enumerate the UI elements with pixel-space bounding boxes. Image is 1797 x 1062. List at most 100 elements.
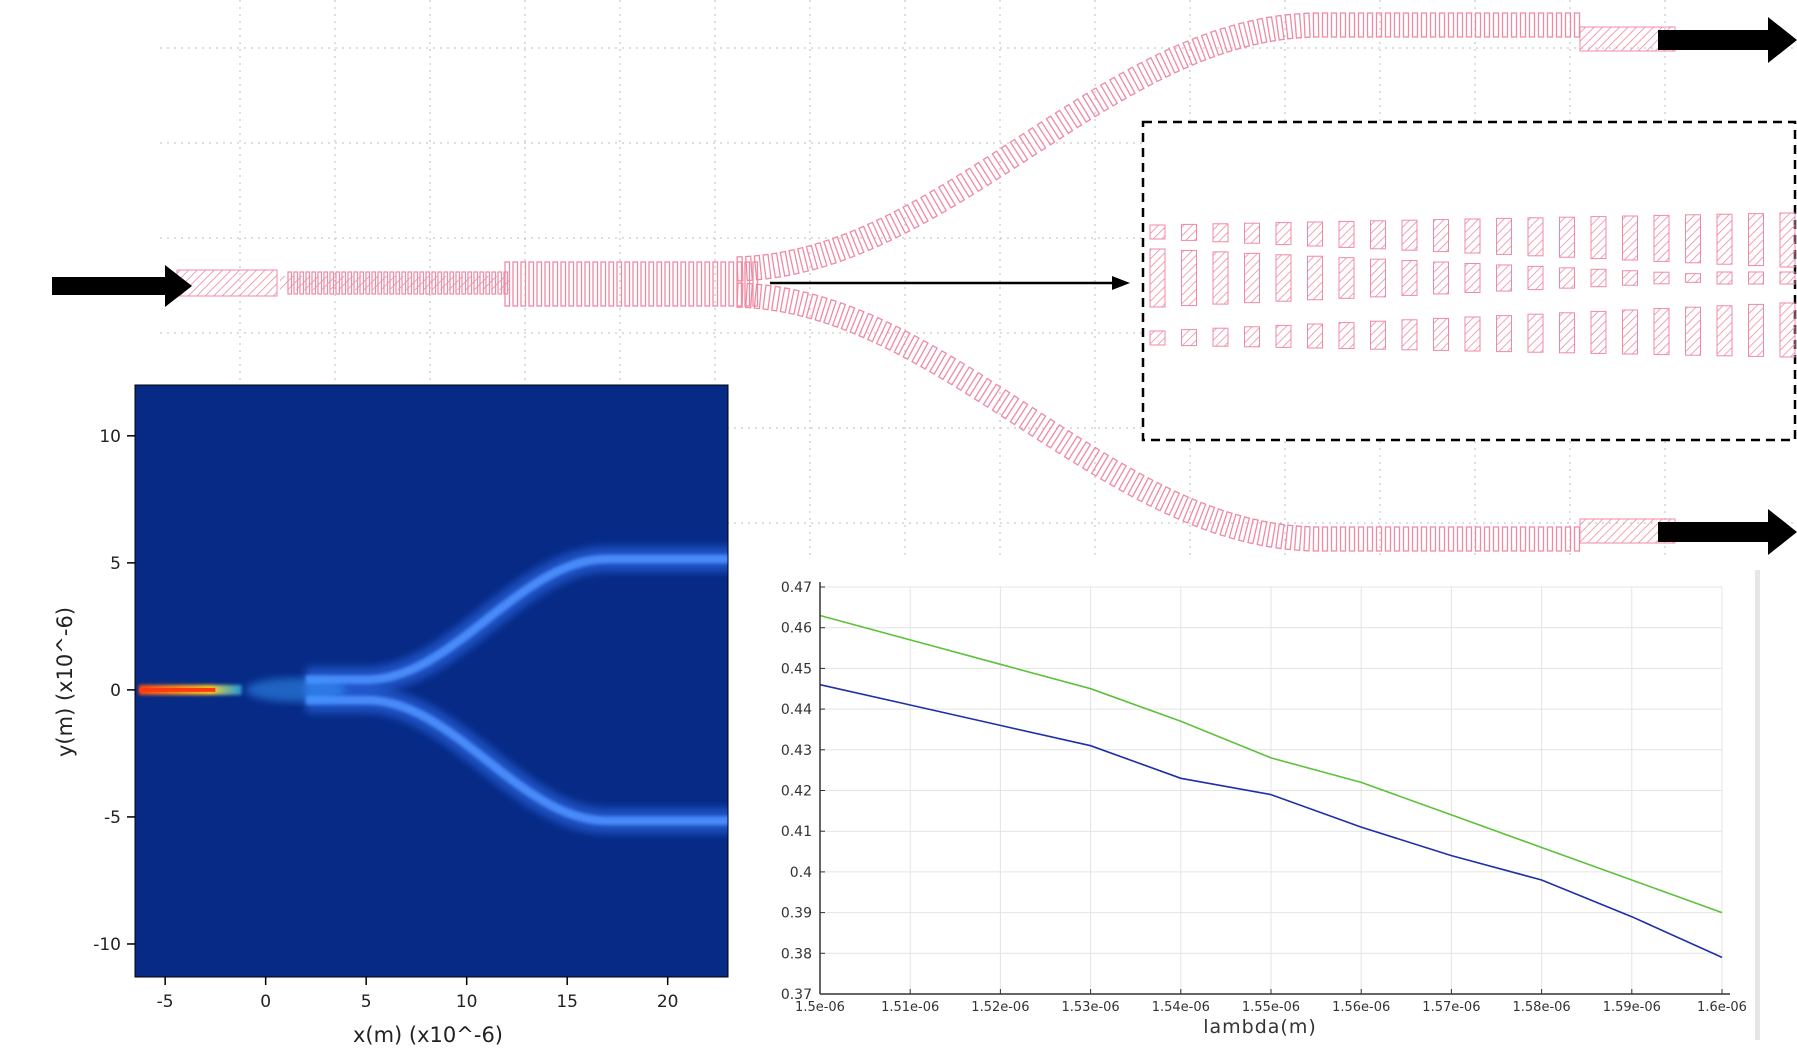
upper-branch-segment xyxy=(1375,12,1383,38)
upper-branch-segment xyxy=(1009,138,1029,164)
inset-segment-middle xyxy=(1275,254,1292,302)
inset-segment-top xyxy=(1590,216,1607,260)
lower-branch-segment xyxy=(982,383,1002,409)
upper-branch-segment xyxy=(1546,12,1554,38)
lower-branch-segment xyxy=(1492,526,1500,552)
upper-branch-segment xyxy=(937,183,957,209)
inset-segment-top xyxy=(1433,219,1449,253)
chart-x-tick-label: 1.53e-06 xyxy=(1062,1000,1120,1015)
upper-branch-segment xyxy=(964,167,984,193)
field-y-tick-label: -5 xyxy=(104,808,121,828)
upper-branch-segment xyxy=(1045,115,1065,140)
lower-branch-segment xyxy=(1090,451,1110,477)
trunk-segment xyxy=(600,261,607,307)
inset-segment-bottom xyxy=(1307,323,1323,349)
upper-branch-segment xyxy=(1090,87,1110,113)
upper-branch-segment xyxy=(1366,12,1374,38)
trunk-segment xyxy=(528,261,535,307)
lower-branch-segment xyxy=(1247,518,1259,545)
inset-segment-middle xyxy=(1653,271,1670,285)
inset-segment-bottom xyxy=(1779,302,1796,358)
chart-grid xyxy=(819,586,1723,995)
upper-branch-segment xyxy=(1564,12,1572,38)
lower-branch-segment xyxy=(1054,429,1074,455)
field-x-axis-label: x(m) (x10^-6) xyxy=(353,1023,503,1047)
inset-segment-bottom xyxy=(1464,316,1481,352)
trunk-segment xyxy=(648,261,655,307)
upper-branch-segment xyxy=(1163,48,1181,74)
lower-branch-segment xyxy=(770,285,782,312)
inset-segment-bottom xyxy=(1653,308,1670,356)
trunk-segment xyxy=(536,261,543,307)
chart-y-tick-label: 0.37 xyxy=(781,987,812,1003)
lower-branch-segment xyxy=(1528,526,1536,552)
upper-branch-segment xyxy=(973,161,993,187)
upper-branch-segment xyxy=(1154,52,1172,78)
upper-branch-segment xyxy=(1303,12,1311,39)
chart-y-tick-label: 0.38 xyxy=(781,946,812,962)
upper-branch-segment xyxy=(1339,12,1347,38)
upper-branch-segment xyxy=(928,188,948,215)
field-intensity-plot: -5 0 5 10 15 20 10 5 0 -5 -10 x(m) (x10^-6) y(m) (… xyxy=(53,384,729,1047)
upper-branch-segment xyxy=(1312,12,1320,38)
lower-branch-segment xyxy=(1375,526,1383,552)
trunk-segment xyxy=(616,261,623,307)
lower-branch-segment xyxy=(1118,467,1136,493)
trunk-segment xyxy=(608,261,615,307)
lower-branch-segment xyxy=(1339,526,1347,552)
inset-segment-top xyxy=(1527,217,1544,257)
upper-branch-segment xyxy=(1018,132,1038,158)
upper-branch-segment xyxy=(1054,109,1074,135)
lower-branch-segment xyxy=(1348,526,1356,552)
trunk-segment xyxy=(624,261,631,307)
lower-branch-segment xyxy=(928,349,948,376)
trunk-segment xyxy=(592,261,599,307)
lower-branch-segment xyxy=(920,344,938,370)
lower-branch-segment xyxy=(1402,526,1410,552)
trunk-segment xyxy=(544,261,551,307)
upper-branch-segment xyxy=(1063,103,1083,129)
inset-segment-bottom xyxy=(1590,310,1607,354)
lower-branch-segment xyxy=(1027,412,1047,438)
upper-branch-segment xyxy=(1573,12,1581,38)
lower-branch-segment xyxy=(1018,406,1038,432)
chart-x-tick-label: 1.59e-06 xyxy=(1603,1000,1661,1015)
lower-branch-segment xyxy=(1501,526,1509,552)
upper-branch-segment xyxy=(1393,12,1401,38)
upper-branch-segment xyxy=(1118,71,1136,97)
field-y-tick-label: -10 xyxy=(93,935,121,955)
output-arrow-bottom xyxy=(1658,509,1797,555)
field-y-tick-label: 5 xyxy=(110,554,121,574)
trunk-segment xyxy=(552,261,559,307)
upper-branch-segment xyxy=(1465,12,1473,38)
inset-segment-bottom xyxy=(1212,327,1229,347)
lower-branch-segment xyxy=(1357,526,1365,552)
lower-branch-segment xyxy=(1519,526,1527,552)
output-arrow-top xyxy=(1658,17,1797,63)
inset-segment-bottom xyxy=(1685,306,1701,356)
inset-segment-middle xyxy=(1212,251,1229,305)
upper-branch-segment xyxy=(955,172,975,198)
upper-branch-segment xyxy=(1247,19,1259,46)
lower-branch-segment xyxy=(875,320,893,347)
lower-branch-segment xyxy=(1163,490,1181,516)
lower-branch-segment xyxy=(991,389,1011,414)
upper-branch-segment xyxy=(902,203,920,230)
upper-branch-segment xyxy=(770,252,782,279)
upper-branch-segment xyxy=(1265,16,1277,43)
lower-branch-segment xyxy=(884,325,902,351)
upper-branch-segment xyxy=(991,150,1011,175)
field-plot-area xyxy=(135,385,728,977)
trunk-segment xyxy=(688,261,695,307)
lower-branch-segment xyxy=(1312,526,1320,552)
lower-branch-segment xyxy=(1330,526,1338,552)
field-x-tick-label: 0 xyxy=(260,992,271,1012)
lower-branch-segment xyxy=(973,377,993,403)
upper-branch-segment xyxy=(1256,17,1268,44)
upper-branch-segment xyxy=(884,213,902,239)
upper-branch-segment xyxy=(1136,61,1154,87)
inset-segment-middle xyxy=(1590,268,1607,288)
lower-branch-segment xyxy=(1284,524,1294,551)
lower-branch-segment xyxy=(902,334,920,361)
field-x-tick-label: -5 xyxy=(157,992,174,1012)
